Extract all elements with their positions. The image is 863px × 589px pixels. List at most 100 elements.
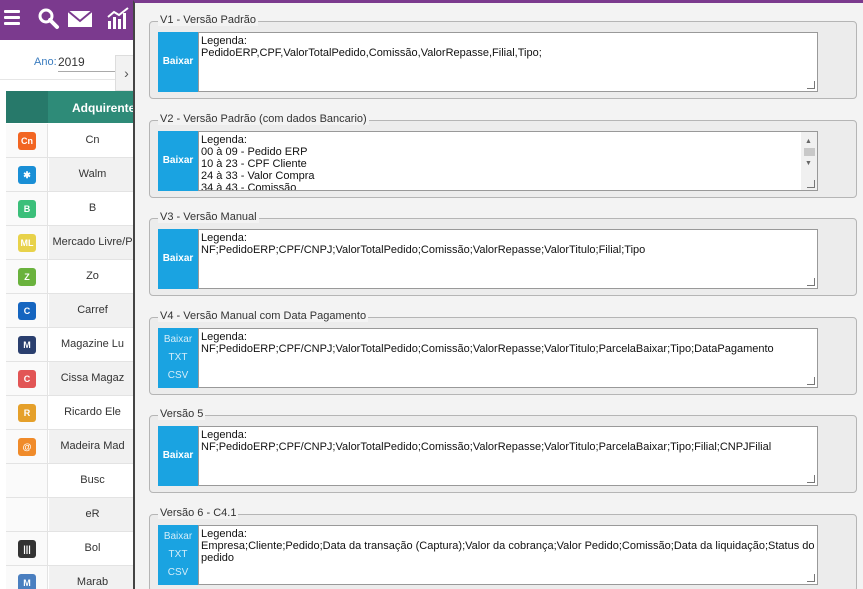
- table-row[interactable]: Busc: [6, 464, 136, 498]
- baixar-button[interactable]: Baixar: [158, 426, 198, 486]
- version-legend: Versão 5: [158, 408, 206, 420]
- acquirer-logo: [18, 472, 36, 490]
- legend-text: Legenda: NF;PedidoERP;CPF/CNPJ;ValorTota…: [201, 232, 646, 256]
- acquirer-logo: C: [18, 370, 36, 388]
- acquirer-logo: @: [18, 438, 36, 456]
- logo-cell: ✱: [6, 158, 48, 191]
- logo-column-header: [6, 91, 48, 123]
- table-row[interactable]: M Magazine Lu: [6, 328, 136, 362]
- resize-grip-icon[interactable]: [807, 179, 815, 188]
- legend-textarea[interactable]: Legenda: NF;PedidoERP;CPF/CNPJ;ValorTota…: [198, 229, 818, 289]
- table-row[interactable]: Z Zo: [6, 260, 136, 294]
- version-fieldset: V3 - Versão Manual Baixar Legenda: NF;Pedi…: [149, 211, 857, 296]
- acquirer-name: Mercado Livre/P: [49, 226, 136, 259]
- year-label: Ano:: [34, 56, 57, 68]
- table-row[interactable]: C Carref: [6, 294, 136, 328]
- scroll-up-icon[interactable]: ▲: [805, 136, 812, 148]
- legend-textarea[interactable]: Legenda: Empresa;Cliente;Pedido;Data da …: [198, 524, 818, 585]
- acquirer-name: B: [88, 202, 97, 214]
- acquirer-column-header: Adquirente: [72, 101, 136, 115]
- acquirer-logo: M: [18, 336, 36, 354]
- legend-text: Legenda: 00 à 09 - Pedido ERP 10 à 23 - …: [201, 133, 315, 191]
- version-fieldset: Versão 5 Baixar Legenda: NF;PedidoERP;CPF/…: [149, 408, 857, 493]
- acquirer-logo: Z: [18, 268, 36, 286]
- version-legend: V4 - Versão Manual com Data Pagamento: [158, 309, 369, 322]
- resize-grip-icon[interactable]: [807, 475, 815, 483]
- acquirer-name: Ricardo Ele: [64, 406, 121, 418]
- legend-textarea[interactable]: Legenda: PedidoERP,CPF,ValorTotalPedido,…: [198, 32, 818, 92]
- version-fieldset: V1 - Versão Padrão Baixar Legenda: PedidoE…: [149, 14, 857, 99]
- acquirer-logo: |||: [18, 540, 36, 558]
- acquirer-name: Cissa Magaz: [49, 362, 136, 395]
- acquirer-logo: ✱: [18, 166, 36, 184]
- baixar-button[interactable]: Baixar TXT CSV: [158, 327, 198, 388]
- mail-icon[interactable]: [66, 7, 93, 31]
- acquirer-logo: R: [18, 404, 36, 422]
- acquirer-name: Zo: [86, 270, 99, 282]
- legend-textarea[interactable]: Legenda: 00 à 09 - Pedido ERP 10 à 23 - …: [198, 130, 818, 191]
- legend-text: Legenda: Empresa;Cliente;Pedido;Data da …: [201, 527, 815, 564]
- scroll-down-icon[interactable]: ▼: [805, 158, 812, 170]
- legend-text: Legenda: NF;PedidoERP;CPF/CNPJ;ValorTota…: [201, 330, 774, 355]
- acquirer-name: Walm: [49, 158, 136, 191]
- acquirer-name: eR: [49, 498, 136, 531]
- baixar-button[interactable]: Baixar TXT CSV: [158, 524, 198, 585]
- acquirer-logo: Cn: [18, 132, 36, 150]
- resize-grip-icon[interactable]: [807, 81, 815, 89]
- version-fieldset: Versão 6 - C4.1 Baixar TXT CSV Legenda: Empr…: [149, 506, 857, 589]
- chart-icon[interactable]: [106, 7, 130, 31]
- version-fieldset: V4 - Versão Manual com Data Pagamento Bai…: [149, 309, 857, 395]
- table-row[interactable]: M Marab: [6, 566, 136, 589]
- logo-cell: Cn: [6, 124, 48, 157]
- acquirer-logo: M: [18, 574, 36, 589]
- version-fieldset: V2 - Versão Padrão (com dados Bancario) B…: [149, 112, 857, 198]
- top-navbar: [0, 0, 140, 40]
- table-header: Adquirente: [6, 91, 136, 123]
- table-row[interactable]: BB: [6, 192, 136, 226]
- legend-textarea[interactable]: Legenda: NF;PedidoERP;CPF/CNPJ;ValorTota…: [198, 426, 818, 486]
- acquirer-name: Bol: [84, 542, 101, 554]
- logo-cell: C: [6, 294, 48, 327]
- logo-cell: Z: [6, 260, 48, 293]
- baixar-label[interactable]: Baixar: [158, 528, 198, 546]
- table-row[interactable]: ML Mercado Livre/P: [6, 226, 136, 260]
- logo-cell: |||: [6, 532, 48, 565]
- version-legend: V2 - Versão Padrão (com dados Bancario): [158, 112, 369, 125]
- table-row[interactable]: Cn Cn: [6, 124, 136, 158]
- csv-option[interactable]: CSV: [158, 367, 198, 385]
- logo-cell: @: [6, 430, 48, 463]
- logo-cell: R: [6, 396, 48, 429]
- resize-grip-icon[interactable]: [807, 376, 815, 385]
- logo-cell: M: [6, 328, 48, 361]
- acquirer-name: Magazine Lu: [61, 338, 124, 350]
- baixar-label[interactable]: Baixar: [158, 331, 198, 349]
- acquirer-logo: C: [18, 302, 36, 320]
- acquirer-name: Carref: [49, 294, 136, 327]
- txt-option[interactable]: TXT: [158, 349, 198, 367]
- table-row[interactable]: ||| Bol: [6, 532, 136, 566]
- version-legend: V3 - Versão Manual: [158, 211, 259, 223]
- table-row[interactable]: R Ricardo Ele: [6, 396, 136, 430]
- baixar-button[interactable]: Baixar: [158, 130, 198, 191]
- acquirer-name: Marab: [49, 566, 136, 589]
- search-icon[interactable]: [36, 7, 60, 31]
- menu-icon[interactable]: [4, 7, 28, 31]
- legend-text: Legenda: PedidoERP,CPF,ValorTotalPedido,…: [201, 35, 542, 59]
- legend-textarea[interactable]: Legenda: NF;PedidoERP;CPF/CNPJ;ValorTota…: [198, 327, 818, 388]
- logo-cell: C: [6, 362, 48, 395]
- resize-grip-icon[interactable]: [807, 278, 815, 286]
- csv-option[interactable]: CSV: [158, 564, 198, 582]
- table-row[interactable]: ✱ Walm: [6, 158, 136, 192]
- scroll-thumb[interactable]: [804, 147, 815, 156]
- resize-grip-icon[interactable]: [807, 573, 815, 582]
- table-row[interactable]: @ Madeira Mad: [6, 430, 136, 464]
- table-row[interactable]: C Cissa Magaz: [6, 362, 136, 396]
- acquirer-logo: ML: [18, 234, 36, 252]
- table-row[interactable]: eR: [6, 498, 136, 532]
- baixar-button[interactable]: Baixar: [158, 229, 198, 289]
- txt-option[interactable]: TXT: [158, 546, 198, 564]
- logo-cell: [6, 464, 48, 497]
- acquirer-logo: B: [18, 200, 36, 218]
- baixar-button[interactable]: Baixar: [158, 32, 198, 92]
- export-versions-panel: V1 - Versão Padrão Baixar Legenda: PedidoE…: [133, 0, 863, 589]
